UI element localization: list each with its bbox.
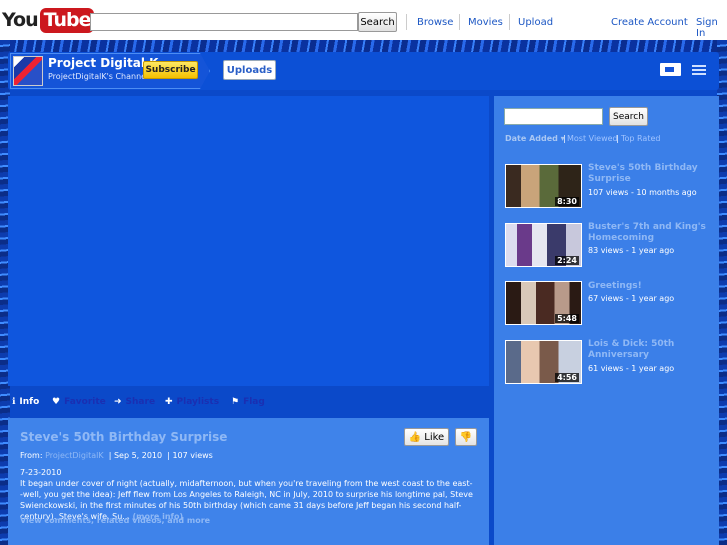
thumbs-up-icon: 👍	[408, 431, 422, 443]
view-count: 107 views	[172, 451, 213, 460]
tab-flag-label: Flag	[243, 397, 265, 407]
nav-divider	[509, 14, 510, 30]
tab-playlists[interactable]: ✚ Playlists	[165, 397, 219, 407]
heart-icon: ♥	[52, 397, 61, 407]
thumbs-down-icon: 👎	[459, 431, 473, 443]
description-text: It began under cover of night (actually,…	[20, 479, 473, 521]
plus-icon: ✚	[165, 397, 173, 407]
channel-name[interactable]: Project Digital K	[48, 56, 158, 70]
dislike-button[interactable]: 👎	[455, 428, 477, 446]
channel-avatar[interactable]	[13, 56, 43, 86]
flag-icon: ⚑	[231, 397, 240, 407]
tab-info[interactable]: ℹ Info	[12, 397, 39, 407]
upload-link[interactable]: Upload	[518, 17, 553, 28]
uploads-button[interactable]: Uploads	[223, 60, 276, 80]
sort-divider: |	[563, 134, 566, 143]
tab-favorite-label: Favorite	[64, 397, 106, 407]
create-account-link[interactable]: Create Account	[611, 17, 688, 28]
video-title: Steve's 50th Birthday Surprise	[20, 430, 228, 444]
arrow-right-icon: ➜	[114, 397, 122, 407]
upload-date: Sep 5, 2010	[113, 451, 163, 460]
search-button[interactable]: Search	[358, 12, 397, 32]
search-input[interactable]	[90, 13, 358, 31]
like-button[interactable]: 👍 Like	[404, 428, 449, 446]
grid-view-icon[interactable]	[692, 64, 706, 75]
video-thumbnail[interactable]: 5:48	[505, 281, 582, 325]
view-comments-link[interactable]: View comments, related videos, and more	[20, 516, 210, 525]
youtube-logo[interactable]: You Tube	[2, 5, 95, 35]
video-player[interactable]	[8, 96, 489, 386]
description-date: 7-23-2010	[20, 468, 62, 477]
video-thumbnail[interactable]: 2:24	[505, 223, 582, 267]
sidebar-video-meta: 67 views - 1 year ago	[588, 294, 675, 303]
video-meta: From: ProjectDigitalK | Sep 5, 2010 | 10…	[20, 451, 213, 460]
sort-date-added-label: Date Added	[505, 134, 558, 143]
video-duration: 8:30	[555, 197, 579, 206]
tab-flag[interactable]: ⚑ Flag	[231, 397, 265, 407]
nav-divider	[406, 14, 407, 30]
sidebar-video-title[interactable]: Buster's 7th and King's Homecoming	[588, 222, 713, 244]
subscribe-button[interactable]: Subscribe	[143, 61, 198, 79]
nav-divider	[459, 14, 460, 30]
tab-share-label: Share	[125, 397, 156, 407]
sort-most-viewed[interactable]: Most Viewed	[567, 134, 618, 143]
channel-search-button[interactable]: Search	[609, 107, 648, 126]
player-view-icon[interactable]	[660, 63, 681, 76]
tab-favorite[interactable]: ♥ Favorite	[52, 397, 106, 407]
from-label: From:	[20, 451, 43, 460]
channel-search-input[interactable]	[504, 108, 603, 125]
logo-tube-text: Tube	[39, 7, 95, 33]
video-duration: 2:24	[555, 256, 579, 265]
masthead: You Tube Search Browse Movies Upload Cre…	[0, 0, 727, 40]
sidebar-video-meta: 61 views - 1 year ago	[588, 364, 675, 373]
author-link[interactable]: ProjectDigitalK	[45, 451, 104, 460]
sort-top-rated[interactable]: Top Rated	[621, 134, 660, 143]
movies-link[interactable]: Movies	[468, 17, 503, 28]
video-thumbnail[interactable]: 4:56	[505, 340, 582, 384]
channel-subtitle: ProjectDigitalK's Channel	[48, 72, 149, 81]
video-duration: 4:56	[555, 373, 579, 382]
sort-divider: |	[616, 134, 619, 143]
tab-playlists-label: Playlists	[176, 397, 220, 407]
info-icon: ℹ	[12, 397, 16, 407]
like-label: Like	[424, 431, 445, 443]
sidebar-video-title[interactable]: Greetings!	[588, 281, 713, 292]
sort-date-added[interactable]: Date Added ▾	[505, 134, 565, 143]
video-duration: 5:48	[555, 314, 579, 323]
tab-info-label: Info	[19, 397, 40, 407]
sidebar-video-title[interactable]: Lois & Dick: 50th Anniversary	[588, 339, 713, 361]
sidebar-video-title[interactable]: Steve's 50th Birthday Surprise	[588, 163, 713, 185]
logo-you-text: You	[2, 9, 39, 31]
sign-in-link[interactable]: Sign In	[696, 17, 727, 39]
sidebar-video-meta: 83 views - 1 year ago	[588, 246, 675, 255]
tab-share[interactable]: ➜ Share	[114, 397, 155, 407]
video-description: 7-23-2010 It began under cover of night …	[20, 467, 475, 522]
sidebar-video-meta: 107 views - 10 months ago	[588, 188, 697, 197]
video-thumbnail[interactable]: 8:30	[505, 164, 582, 208]
browse-link[interactable]: Browse	[417, 17, 453, 28]
